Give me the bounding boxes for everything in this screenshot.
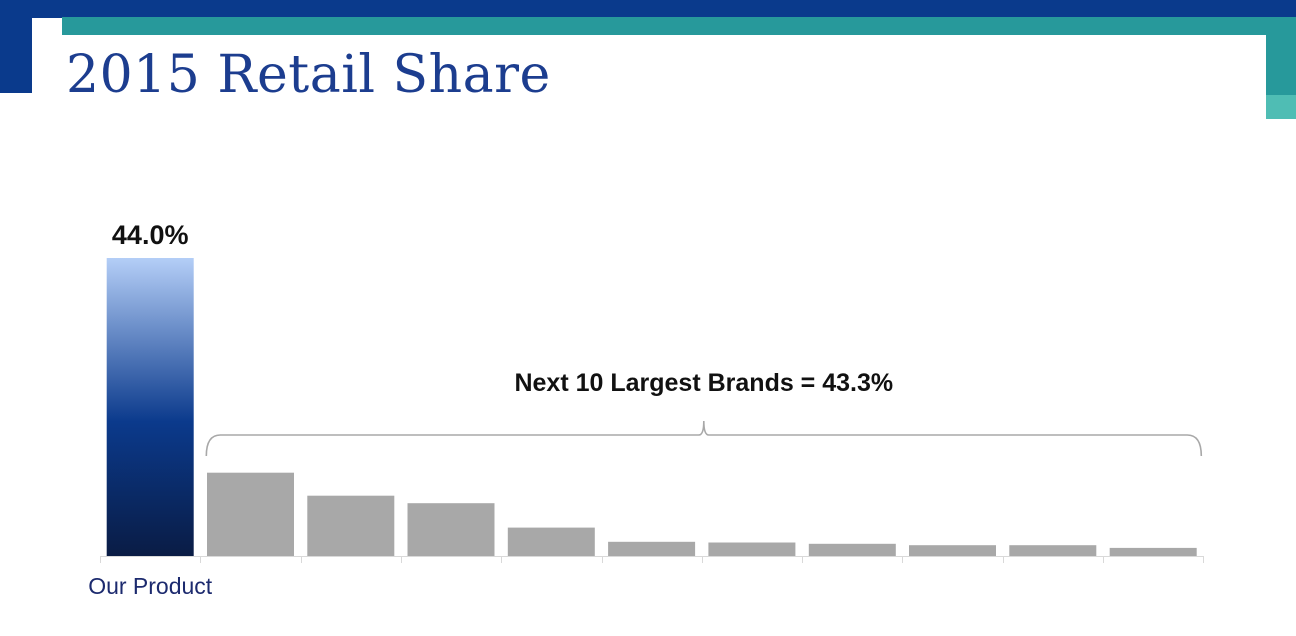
annotation-layer: Next 10 Largest Brands = 43.3%	[205, 369, 1203, 457]
bar-brand-4	[507, 527, 595, 556]
bar-brand-6	[708, 542, 796, 556]
bar-brand-8	[909, 545, 996, 556]
bars-layer	[106, 258, 1197, 556]
brace-annotation	[205, 420, 1203, 457]
retail-share-chart: Our Product 44.0% Next 10 Largest Brands …	[88, 220, 1204, 599]
bar-brand-9	[1009, 545, 1097, 556]
bar-brand-3	[407, 503, 495, 556]
bar-brand-7	[808, 543, 896, 556]
annotation-label: Next 10 Largest Brands = 43.3%	[514, 369, 893, 397]
data-label: 44.0%	[112, 220, 189, 250]
bar-brand-2	[307, 495, 395, 556]
axis-layer	[100, 556, 1204, 563]
category-label: Our Product	[88, 573, 213, 599]
bar-brand-10	[1109, 547, 1197, 556]
bar-brand-1	[207, 472, 294, 556]
bar-brand-5	[608, 541, 696, 556]
bar-our-product	[106, 258, 194, 556]
